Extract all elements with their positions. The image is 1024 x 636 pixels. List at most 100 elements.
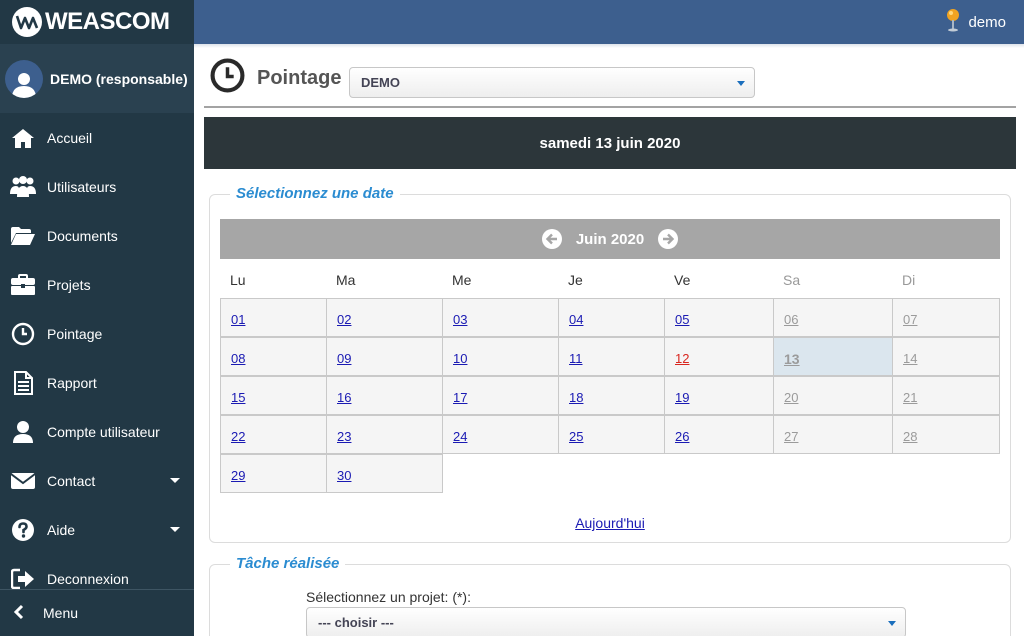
next-month-button[interactable] (658, 229, 679, 249)
calendar-day-number[interactable]: 03 (453, 312, 467, 327)
calendar-day-cell[interactable]: 02 (326, 298, 443, 337)
calendar-day-number[interactable]: 01 (231, 312, 245, 327)
calendar-day-number[interactable]: 12 (675, 351, 689, 366)
user-icon (10, 419, 36, 445)
calendar-day-number[interactable]: 04 (569, 312, 583, 327)
sidebar-item-label: Rapport (47, 374, 97, 391)
sidebar-item-utilisateurs[interactable]: Utilisateurs (0, 162, 194, 211)
calendar-day-cell[interactable]: 09 (326, 337, 443, 376)
user-avatar-icon (12, 72, 36, 98)
weekday-row: Lu Ma Me Je Ve Sa Di (220, 259, 1000, 298)
calendar-day-cell[interactable]: 01 (220, 298, 327, 337)
calendar-day-cell[interactable]: 11 (558, 337, 665, 376)
page-title: Pointage (257, 66, 342, 89)
calendar-day-cell[interactable]: 04 (558, 298, 665, 337)
calendar-day-number[interactable]: 25 (569, 429, 583, 444)
calendar-day-cell[interactable]: 18 (558, 376, 665, 415)
calendar-day-number[interactable]: 18 (569, 390, 583, 405)
folder-open-icon (10, 223, 36, 249)
calendar-day-cell[interactable]: 16 (326, 376, 443, 415)
calendar-day-cell[interactable]: 12 (664, 337, 774, 376)
project-select[interactable]: --- choisir --- (306, 607, 906, 636)
calendar-day-cell[interactable]: 21 (892, 376, 1000, 415)
calendar-day-number[interactable]: 21 (903, 390, 917, 405)
calendar-day-cell[interactable]: 29 (220, 454, 327, 493)
calendar-day-number[interactable]: 27 (784, 429, 798, 444)
project-select-value: --- choisir --- (318, 615, 394, 630)
menu-toggle-label: Menu (43, 605, 79, 621)
calendar-day-cell[interactable]: 22 (220, 415, 327, 454)
chevron-down-icon (170, 527, 180, 532)
calendar-day-cell[interactable]: 25 (558, 415, 665, 454)
calendar-day-number[interactable]: 16 (337, 390, 351, 405)
calendar-day-cell[interactable]: 13 (773, 337, 893, 376)
calendar-day-number[interactable]: 26 (675, 429, 689, 444)
calendar-day-cell[interactable]: 15 (220, 376, 327, 415)
calendar-day-cell[interactable]: 20 (773, 376, 893, 415)
calendar-day-number[interactable]: 30 (337, 468, 351, 483)
question-icon (10, 517, 36, 543)
clock-icon (10, 321, 36, 347)
calendar-day-number[interactable]: 06 (784, 312, 798, 327)
calendar-day-number[interactable]: 22 (231, 429, 245, 444)
calendar-day-number[interactable]: 17 (453, 390, 467, 405)
sidebar-item-pointage[interactable]: Pointage (0, 309, 194, 358)
sidebar-item-compte[interactable]: Compte utilisateur (0, 407, 194, 456)
calendar-day-cell[interactable]: 07 (892, 298, 1000, 337)
logo[interactable]: WEASCOM (0, 0, 194, 44)
calendar-day-number[interactable]: 24 (453, 429, 467, 444)
calendar-day-number[interactable]: 19 (675, 390, 689, 405)
calendar-day-number[interactable]: 23 (337, 429, 351, 444)
calendar-day-number[interactable]: 13 (784, 351, 800, 367)
today-link[interactable]: Aujourd'hui (210, 515, 1010, 531)
calendar-day-cell[interactable]: 08 (220, 337, 327, 376)
calendar-day-cell[interactable]: 23 (326, 415, 443, 454)
date-fieldset: Sélectionnez une date Juin 2020 Lu Ma Me Je… (209, 185, 1011, 543)
sidebar-item-projets[interactable]: Projets (0, 260, 194, 309)
prev-month-button[interactable] (541, 229, 562, 249)
sidebar-item-rapport[interactable]: Rapport (0, 358, 194, 407)
menu-toggle-button[interactable]: Menu (0, 589, 194, 636)
sidebar-item-aide[interactable]: Aide (0, 505, 194, 554)
sidebar-item-accueil[interactable]: Accueil (0, 113, 194, 162)
calendar-day-cell[interactable]: 03 (442, 298, 559, 337)
calendar-day-cell[interactable]: 17 (442, 376, 559, 415)
sidebar-item-label: Documents (47, 227, 118, 244)
calendar-day-cell[interactable]: 19 (664, 376, 774, 415)
selected-date: samedi 13 juin 2020 (539, 134, 681, 152)
calendar-header: Juin 2020 (220, 219, 1000, 259)
sidebar-item-label: Utilisateurs (47, 178, 117, 195)
divider (204, 106, 1016, 108)
calendar-day-number[interactable]: 29 (231, 468, 245, 483)
task-fieldset: Tâche réalisée Sélectionnez un projet: (… (209, 555, 1011, 636)
calendar-day-cell[interactable]: 10 (442, 337, 559, 376)
calendar-day-number[interactable]: 10 (453, 351, 467, 366)
calendar-day-cell[interactable]: 28 (892, 415, 1000, 454)
calendar-day-number[interactable]: 08 (231, 351, 245, 366)
calendar-day-cell[interactable]: 24 (442, 415, 559, 454)
calendar-day-cell[interactable]: 14 (892, 337, 1000, 376)
calendar-day-cell[interactable]: 30 (326, 454, 443, 493)
sidebar-item-documents[interactable]: Documents (0, 211, 194, 260)
calendar-day-number[interactable]: 20 (784, 390, 798, 405)
calendar-day-number[interactable]: 14 (903, 351, 917, 366)
calendar-day-number[interactable]: 28 (903, 429, 917, 444)
calendar-day-cell[interactable]: 06 (773, 298, 893, 337)
users-icon (10, 174, 36, 200)
profile-name: DEMO (responsable) (50, 70, 188, 87)
user-menu[interactable]: demo (946, 0, 1006, 44)
logo-text: WEASCOM (45, 8, 170, 35)
sidebar-item-contact[interactable]: Contact (0, 456, 194, 505)
calendar-day-number[interactable]: 02 (337, 312, 351, 327)
calendar-day-number[interactable]: 09 (337, 351, 351, 366)
calendar-day-number[interactable]: 11 (569, 351, 583, 366)
calendar-day-number[interactable]: 07 (903, 312, 917, 327)
calendar-day-cell[interactable]: 05 (664, 298, 774, 337)
calendar-day-cell[interactable]: 27 (773, 415, 893, 454)
calendar-day-number[interactable]: 15 (231, 390, 245, 405)
calendar-day-number[interactable]: 05 (675, 312, 689, 327)
avatar (5, 59, 43, 98)
calendar-day-cell[interactable]: 26 (664, 415, 774, 454)
profile[interactable]: DEMO (responsable) (0, 44, 194, 113)
user-select[interactable]: DEMO (349, 67, 755, 98)
